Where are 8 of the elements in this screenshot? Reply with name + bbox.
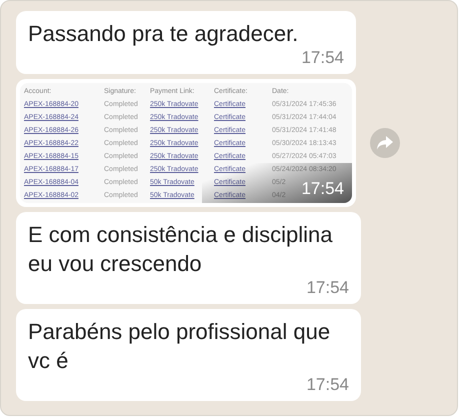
message-time: 17:54 [301, 48, 344, 68]
message-time: 17:54 [301, 179, 344, 199]
message-text: Passando pra te agradecer. [28, 20, 300, 48]
message-time: 17:54 [306, 278, 349, 298]
message-text: Parabéns pelo profissional que vc é [28, 318, 332, 375]
forward-icon [377, 136, 393, 150]
message-text: E com consistência e disciplina eu vou crescendo [28, 221, 334, 278]
message-time: 17:54 [306, 375, 349, 395]
